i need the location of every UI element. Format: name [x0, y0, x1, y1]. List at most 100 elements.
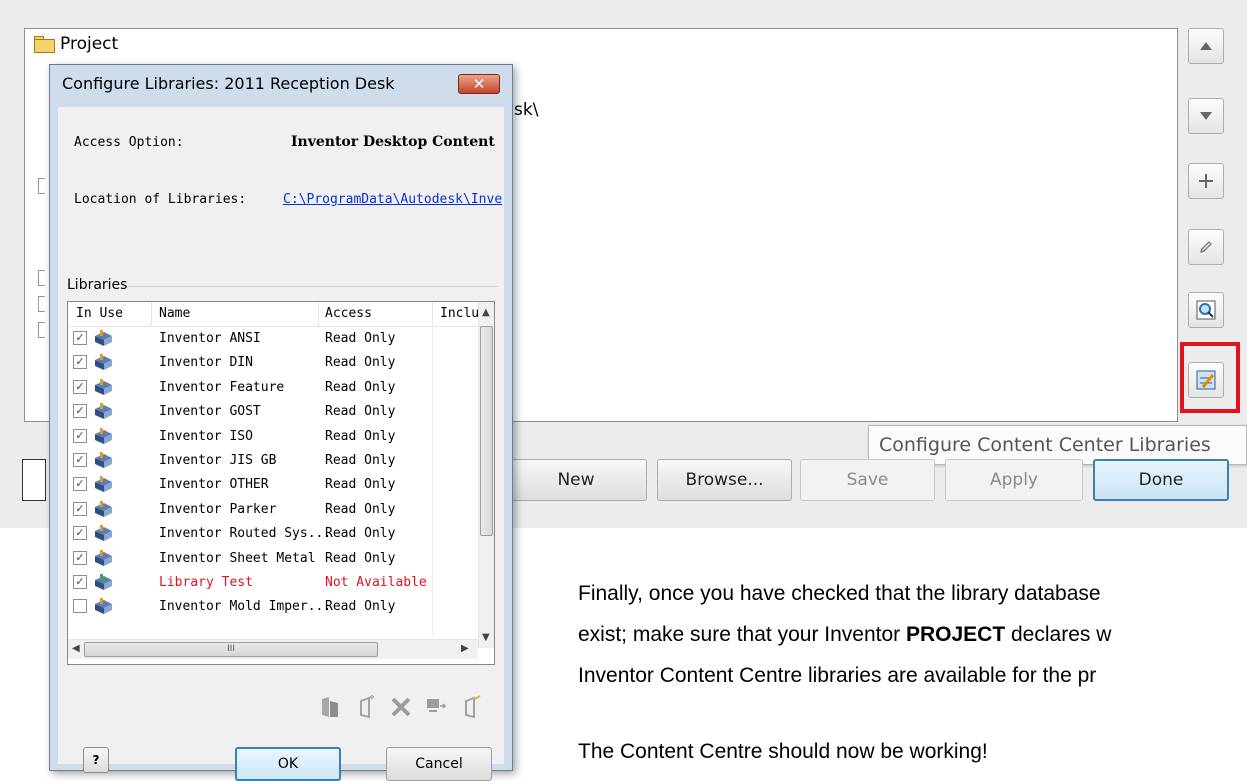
apply-button[interactable]: Apply: [945, 459, 1083, 501]
library-name: Inventor ISO: [159, 428, 253, 444]
library-name: Inventor DIN: [159, 355, 253, 371]
scroll-left-icon[interactable]: ◀: [72, 643, 80, 654]
highlight-box: [1180, 342, 1240, 413]
library-icon: [95, 330, 112, 346]
scroll-up-icon[interactable]: ▲: [482, 307, 490, 318]
column-divider[interactable]: [432, 302, 433, 326]
update-library-icon[interactable]: [459, 693, 485, 721]
library-icon: [95, 476, 112, 493]
migrate-library-icon[interactable]: [423, 693, 449, 721]
remove-library-icon[interactable]: [388, 693, 414, 721]
column-header-access[interactable]: Access: [325, 306, 372, 321]
dialog-titlebar[interactable]: Configure Libraries: 2011 Reception Desk…: [50, 65, 512, 107]
in-use-checkbox[interactable]: ✓: [73, 404, 87, 419]
in-use-checkbox[interactable]: ✓: [73, 379, 87, 394]
help-button[interactable]: ?: [83, 747, 109, 773]
ok-button[interactable]: OK: [235, 747, 341, 781]
tree-expander[interactable]: [38, 322, 45, 338]
library-icon: [95, 525, 112, 542]
in-use-checkbox[interactable]: [73, 599, 87, 614]
project-root-label: Project: [60, 34, 119, 54]
library-name: Inventor Feature: [159, 379, 285, 395]
browse-button[interactable]: Browse...: [657, 459, 792, 501]
library-icon: [95, 549, 112, 566]
libraries-list[interactable]: In Use Name Access Inclu ✓ Inventor ANSI R…: [67, 301, 495, 665]
in-use-checkbox[interactable]: ✓: [73, 331, 87, 345]
create-library-icon[interactable]: [354, 693, 380, 721]
help-icon: ?: [92, 753, 100, 767]
library-error-icon: [95, 574, 112, 590]
partial-button[interactable]: [22, 459, 46, 501]
table-row[interactable]: ✓ Inventor Sheet Metal Read Only: [68, 547, 478, 571]
triangle-down-icon: [1200, 112, 1212, 120]
library-icon[interactable]: [317, 693, 343, 721]
add-button[interactable]: [1188, 163, 1224, 199]
horizontal-scroll-thumb[interactable]: III: [84, 642, 378, 657]
close-button[interactable]: ✕: [458, 74, 500, 94]
table-row[interactable]: ✓ Inventor Feature Read Only: [68, 376, 478, 400]
table-row[interactable]: Inventor Mold Imper... Read Only: [68, 595, 478, 619]
column-divider[interactable]: [151, 302, 152, 326]
move-up-button[interactable]: [1188, 28, 1224, 64]
libraries-group-label: Libraries: [67, 277, 128, 293]
project-tree-root[interactable]: Project: [34, 34, 118, 54]
article-line: exist; make sure that your Inventor PROJ…: [578, 623, 1111, 647]
library-icon: [95, 500, 112, 517]
done-button[interactable]: Done: [1093, 459, 1229, 501]
in-use-checkbox[interactable]: ✓: [73, 477, 87, 492]
tree-expander[interactable]: [38, 296, 45, 312]
table-row[interactable]: ✓ Library Test Not Available: [68, 571, 478, 595]
library-access: Read Only: [325, 355, 396, 371]
article-line: Finally, once you have checked that the …: [578, 582, 1101, 605]
library-name: Inventor JIS GB: [159, 453, 277, 468]
article-line: The Content Centre should now be working…: [578, 740, 988, 763]
library-access: Read Only: [325, 477, 396, 493]
vertical-scroll-thumb[interactable]: [480, 326, 493, 536]
column-header-include[interactable]: Inclu: [440, 306, 479, 321]
table-row[interactable]: ✓ Inventor Routed Sys... Read Only: [68, 522, 478, 546]
table-row[interactable]: ✓ Inventor OTHER Read Only: [68, 473, 478, 497]
article-text: declares w: [1005, 623, 1112, 646]
in-use-checkbox[interactable]: ✓: [73, 575, 87, 589]
tree-expander[interactable]: [38, 270, 45, 286]
in-use-checkbox[interactable]: ✓: [73, 428, 87, 443]
library-icon: [95, 354, 112, 371]
in-use-checkbox[interactable]: ✓: [73, 501, 87, 516]
library-access: Read Only: [325, 379, 396, 395]
move-down-button[interactable]: [1188, 98, 1224, 134]
vertical-scrollbar[interactable]: ▲ ▼: [478, 302, 494, 648]
column-header-name[interactable]: Name: [159, 306, 190, 321]
column-divider[interactable]: [318, 302, 319, 326]
table-row[interactable]: ✓ Inventor ISO Read Only: [68, 425, 478, 449]
library-access: Read Only: [325, 331, 396, 346]
find-button[interactable]: [1188, 292, 1224, 328]
library-name: Inventor ANSI: [159, 331, 261, 346]
table-row[interactable]: ✓ Inventor ANSI Read Only: [68, 327, 478, 351]
scroll-down-icon[interactable]: ▼: [482, 632, 490, 643]
library-name: Inventor GOST: [159, 404, 261, 420]
library-icon: [95, 403, 112, 420]
edit-button[interactable]: [1188, 229, 1224, 265]
tree-expander[interactable]: [38, 178, 45, 194]
table-row[interactable]: ✓ Inventor GOST Read Only: [68, 400, 478, 424]
monitor-icon: [427, 699, 447, 712]
save-button[interactable]: Save: [800, 459, 935, 501]
location-link[interactable]: C:\ProgramData\Autodesk\Inve: [283, 192, 507, 207]
new-button[interactable]: New: [505, 459, 647, 501]
horizontal-scrollbar[interactable]: ◀ III ▶: [68, 639, 478, 659]
table-row[interactable]: ✓ Inventor Parker Read Only: [68, 498, 478, 522]
access-option-value: Inventor Desktop Content: [291, 134, 495, 150]
in-use-checkbox[interactable]: ✓: [73, 550, 87, 565]
table-row[interactable]: ✓ Inventor JIS GB Read Only: [68, 449, 478, 473]
in-use-checkbox[interactable]: ✓: [73, 453, 87, 467]
library-access: Not Available: [325, 575, 427, 590]
library-access: Read Only: [325, 404, 396, 420]
table-row[interactable]: ✓ Inventor DIN Read Only: [68, 351, 478, 375]
dialog-title: Configure Libraries: 2011 Reception Desk: [62, 74, 395, 93]
column-header-in-use[interactable]: In Use: [76, 306, 123, 321]
scroll-right-icon[interactable]: ▶: [461, 643, 469, 654]
library-name: Inventor Sheet Metal: [159, 550, 316, 566]
in-use-checkbox[interactable]: ✓: [73, 355, 87, 370]
in-use-checkbox[interactable]: ✓: [73, 526, 87, 541]
cancel-button[interactable]: Cancel: [386, 747, 492, 781]
